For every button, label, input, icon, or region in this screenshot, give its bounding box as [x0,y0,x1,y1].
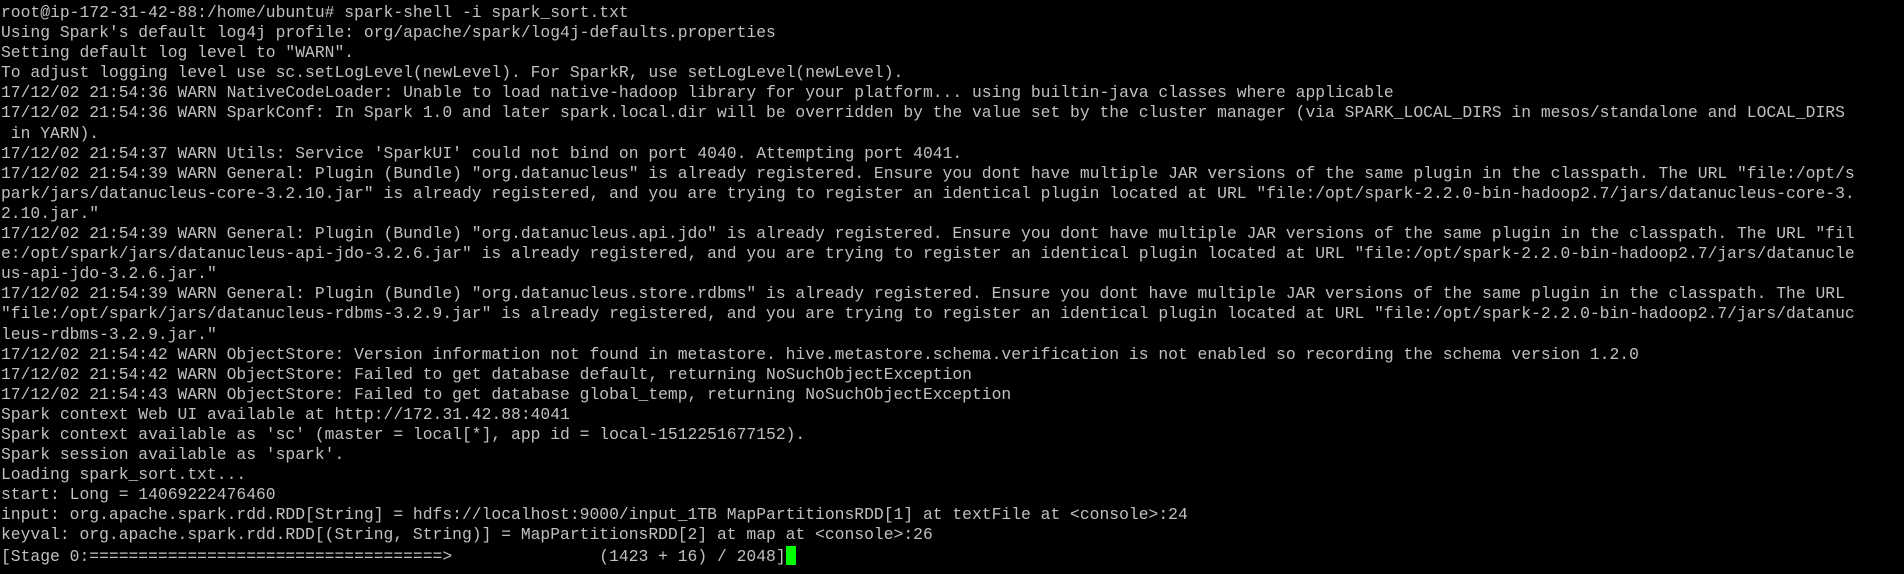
terminal-line: 17/12/02 21:54:36 WARN SparkConf: In Spa… [1,103,1845,123]
terminal-line: Spark context available as 'sc' (master … [1,424,806,444]
terminal-line: "file:/opt/spark/jars/datanucleus-rdbms-… [1,304,1855,324]
terminal-line: root@ip-172-31-42-88:/home/ubuntu# spark… [1,3,629,22]
terminal-line: 17/12/02 21:54:39 WARN General: Plugin (… [1,224,1855,244]
terminal-line: 17/12/02 21:54:42 WARN ObjectStore: Vers… [1,344,1639,364]
terminal-line: us-api-jdo-3.2.6.jar." [1,264,217,284]
terminal-line: 17/12/02 21:54:42 WARN ObjectStore: Fail… [1,364,972,384]
terminal-line: To adjust logging level use sc.setLogLev… [1,63,904,83]
terminal-line: Spark session available as 'spark'. [1,445,345,465]
terminal-output: root@ip-172-31-42-88:/home/ubuntu# spark… [1,3,1887,566]
terminal-line: in YARN). [1,123,100,143]
terminal-line: input: org.apache.spark.rdd.RDD[String] … [1,505,1188,525]
terminal-line: start: Long = 14069222476460 [1,485,276,505]
terminal-line: 17/12/02 21:54:39 WARN General: Plugin (… [1,163,1855,183]
terminal-line: 17/12/02 21:54:36 WARN NativeCodeLoader:… [1,83,1394,103]
terminal-window[interactable]: root@ip-172-31-42-88:/home/ubuntu# spark… [0,0,1904,574]
terminal-line: leus-rdbms-3.2.9.jar." [1,324,217,344]
terminal-line: Loading spark_sort.txt... [1,465,247,485]
terminal-line: Using Spark's default log4j profile: org… [1,23,776,43]
terminal-line: 17/12/02 21:54:37 WARN Utils: Service 'S… [1,143,963,163]
terminal-line: Setting default log level to "WARN". [1,43,355,63]
stage-progress-text: [Stage 0:===============================… [1,546,786,566]
terminal-line: park/jars/datanucleus-core-3.2.10.jar" i… [1,183,1855,203]
terminal-line: keyval: org.apache.spark.rdd.RDD[(String… [1,525,933,545]
terminal-scrollbar[interactable] [1894,0,1904,574]
terminal-line: 17/12/02 21:54:39 WARN General: Plugin (… [1,284,1845,304]
terminal-line: e:/opt/spark/jars/datanucleus-api-jdo-3.… [1,244,1855,264]
terminal-cursor [785,545,796,565]
terminal-line: 2.10.jar." [1,203,100,223]
progress-line: [Stage 0:===============================… [1,545,1887,566]
terminal-line: 17/12/02 21:54:43 WARN ObjectStore: Fail… [1,384,1012,404]
terminal-line: Spark context Web UI available at http:/… [1,404,570,424]
